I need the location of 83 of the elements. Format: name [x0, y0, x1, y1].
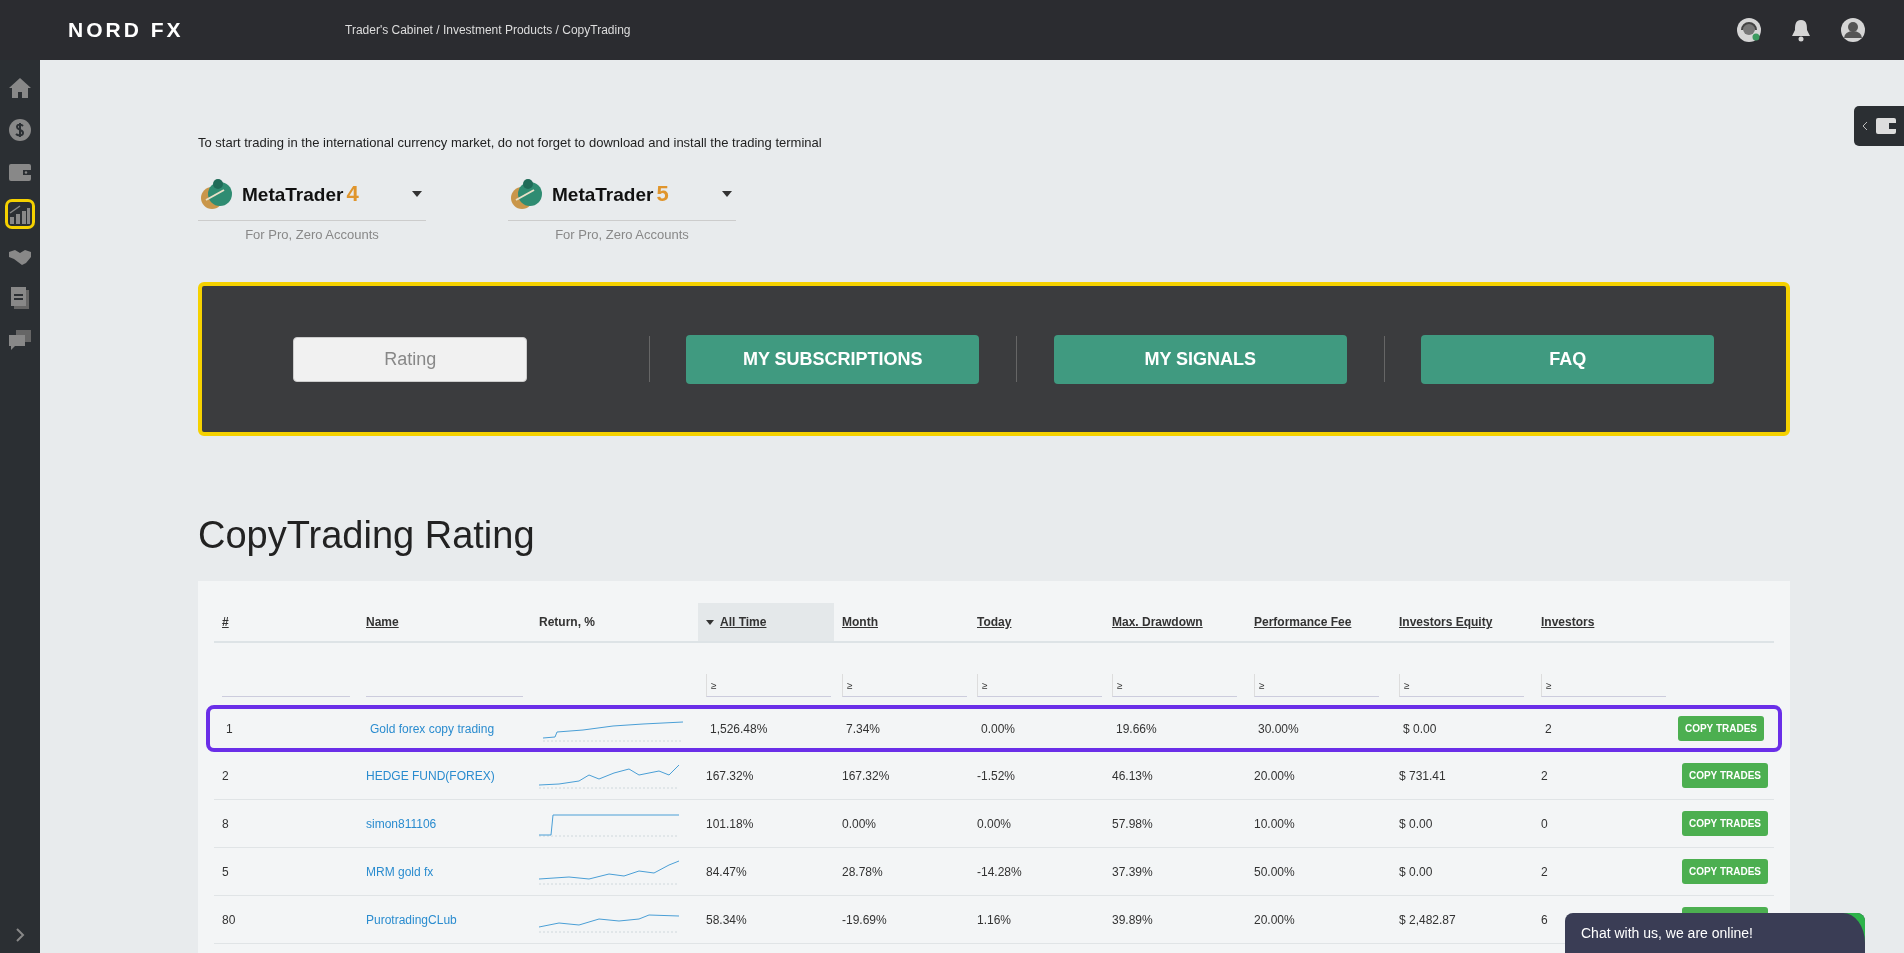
- filter-field[interactable]: ≥: [1112, 674, 1237, 697]
- table-cell-text: 30.00%: [1257, 721, 1299, 736]
- table-cell-text: 37.39%: [1111, 864, 1153, 879]
- table-cell-text: 8: [221, 816, 229, 831]
- table-cell-text: 0.00%: [976, 816, 1012, 831]
- chevron-left-icon: [1862, 121, 1868, 131]
- table-cell-text: 6: [1540, 912, 1548, 927]
- table-cell-text: 2: [1540, 864, 1548, 879]
- page-heading: CopyTrading Rating: [198, 514, 536, 557]
- table-cell-text: 20.00%: [1253, 768, 1295, 783]
- column-header[interactable]: Performance Fee: [1254, 615, 1352, 629]
- sort-down-icon: [706, 619, 714, 625]
- caret-icon: [722, 191, 732, 197]
- filter-field[interactable]: ≥: [706, 674, 831, 697]
- terminal-name: MetaTrader4: [242, 181, 359, 207]
- column-header[interactable]: Investors Equity: [1399, 615, 1493, 629]
- filter-field[interactable]: ≥: [842, 674, 967, 697]
- chat-toast[interactable]: Chat with us, we are online!: [1565, 913, 1865, 953]
- column-header[interactable]: Max. Drawdown: [1112, 615, 1203, 629]
- support-icon[interactable]: [1736, 17, 1762, 43]
- table-cell-text: 1: [225, 721, 233, 736]
- table-cell-text: 10.00%: [1253, 816, 1295, 831]
- table-cell-text: 39.89%: [1111, 912, 1153, 927]
- table-cell-text: 2: [1544, 721, 1552, 736]
- table-cell-text: 0.00%: [980, 721, 1016, 736]
- column-header[interactable]: All Time: [706, 615, 767, 629]
- column-header[interactable]: Today: [977, 615, 1012, 629]
- column-header[interactable]: Investors: [1541, 615, 1595, 629]
- table-cell-text: 50.00%: [1253, 864, 1295, 879]
- column-header: Return, %: [539, 615, 595, 629]
- terminal-note: For Pro, Zero Accounts: [245, 227, 379, 242]
- table-cell-text: $ 2,482.87: [1398, 912, 1456, 927]
- terminal-dropdown[interactable]: MetaTrader4: [198, 172, 426, 221]
- table-cell-text: -1.52%: [976, 768, 1016, 783]
- wallet-icon: [1876, 118, 1896, 134]
- table-cell-text: 84.47%: [705, 864, 747, 879]
- table-cell-text: 7.34%: [845, 721, 881, 736]
- table-cell-text: 2: [1540, 768, 1548, 783]
- column-header[interactable]: Name: [366, 615, 399, 629]
- filter-field[interactable]: ≥: [1399, 674, 1524, 697]
- trader-logo-icon: [508, 176, 544, 212]
- table-cell-text: 46.13%: [1111, 768, 1153, 783]
- table-cell-text: 57.98%: [1111, 816, 1153, 831]
- table-cell-text: 167.32%: [705, 768, 754, 783]
- caret-icon: [412, 191, 422, 197]
- logo[interactable]: NORD FX: [68, 18, 345, 42]
- column-header[interactable]: #: [222, 615, 229, 629]
- column-header[interactable]: Month: [842, 615, 878, 629]
- table-cell-text: $ 731.41: [1398, 768, 1446, 783]
- table-cell-text: $ 0.00: [1398, 864, 1433, 879]
- table-cell-text: 58.34%: [705, 912, 747, 927]
- bar-chart-icon[interactable]: [5, 199, 35, 229]
- table-cell-text: $ 0.00: [1398, 816, 1433, 831]
- table-cell-text: 80: [221, 912, 236, 927]
- chat-label: Chat with us, we are online!: [1581, 925, 1753, 941]
- filter-field[interactable]: ≥: [977, 674, 1102, 697]
- trader-link[interactable]: Gold forex copy trading: [370, 721, 495, 736]
- table-cell-text: 101.18%: [705, 816, 754, 831]
- table-cell-text: 1,526.48%: [709, 721, 768, 736]
- wallet-toggle[interactable]: [1854, 106, 1904, 146]
- filter-field[interactable]: ≥: [1541, 674, 1666, 697]
- table-cell-text: 1.16%: [976, 912, 1012, 927]
- bell-icon[interactable]: [1790, 18, 1812, 42]
- table-cell-text: -14.28%: [976, 864, 1022, 879]
- table-cell-text: 0: [1540, 816, 1548, 831]
- intro-text: To start trading in the international currency market, do not forget to download and install the trading terminal: [198, 135, 823, 150]
- table-cell-text: -19.69%: [841, 912, 887, 927]
- table-cell-text: $ 0.00: [1402, 721, 1437, 736]
- table-cell-text: 167.32%: [841, 768, 890, 783]
- filter-field[interactable]: ≥: [1254, 674, 1379, 697]
- trader-logo-icon: [198, 176, 234, 212]
- user-icon[interactable]: [1840, 17, 1866, 43]
- table-cell-text: 5: [221, 864, 229, 879]
- terminal-name: MetaTrader 5: [552, 181, 669, 207]
- table-cell-text: 19.66%: [1115, 721, 1157, 736]
- expand-icon[interactable]: [14, 927, 26, 943]
- table-cell-text: 20.00%: [1253, 912, 1295, 927]
- breadcrumb: Trader's Cabinet / Investment Products / CopyTrading: [345, 23, 631, 37]
- terminal-dropdown[interactable]: MetaTrader 5: [508, 172, 736, 221]
- table-cell-text: 28.78%: [841, 864, 883, 879]
- table-cell-text: 0.00%: [841, 816, 877, 831]
- table-cell-text: 2: [221, 768, 229, 783]
- terminal-note: For Pro, Zero Accounts: [555, 227, 689, 242]
